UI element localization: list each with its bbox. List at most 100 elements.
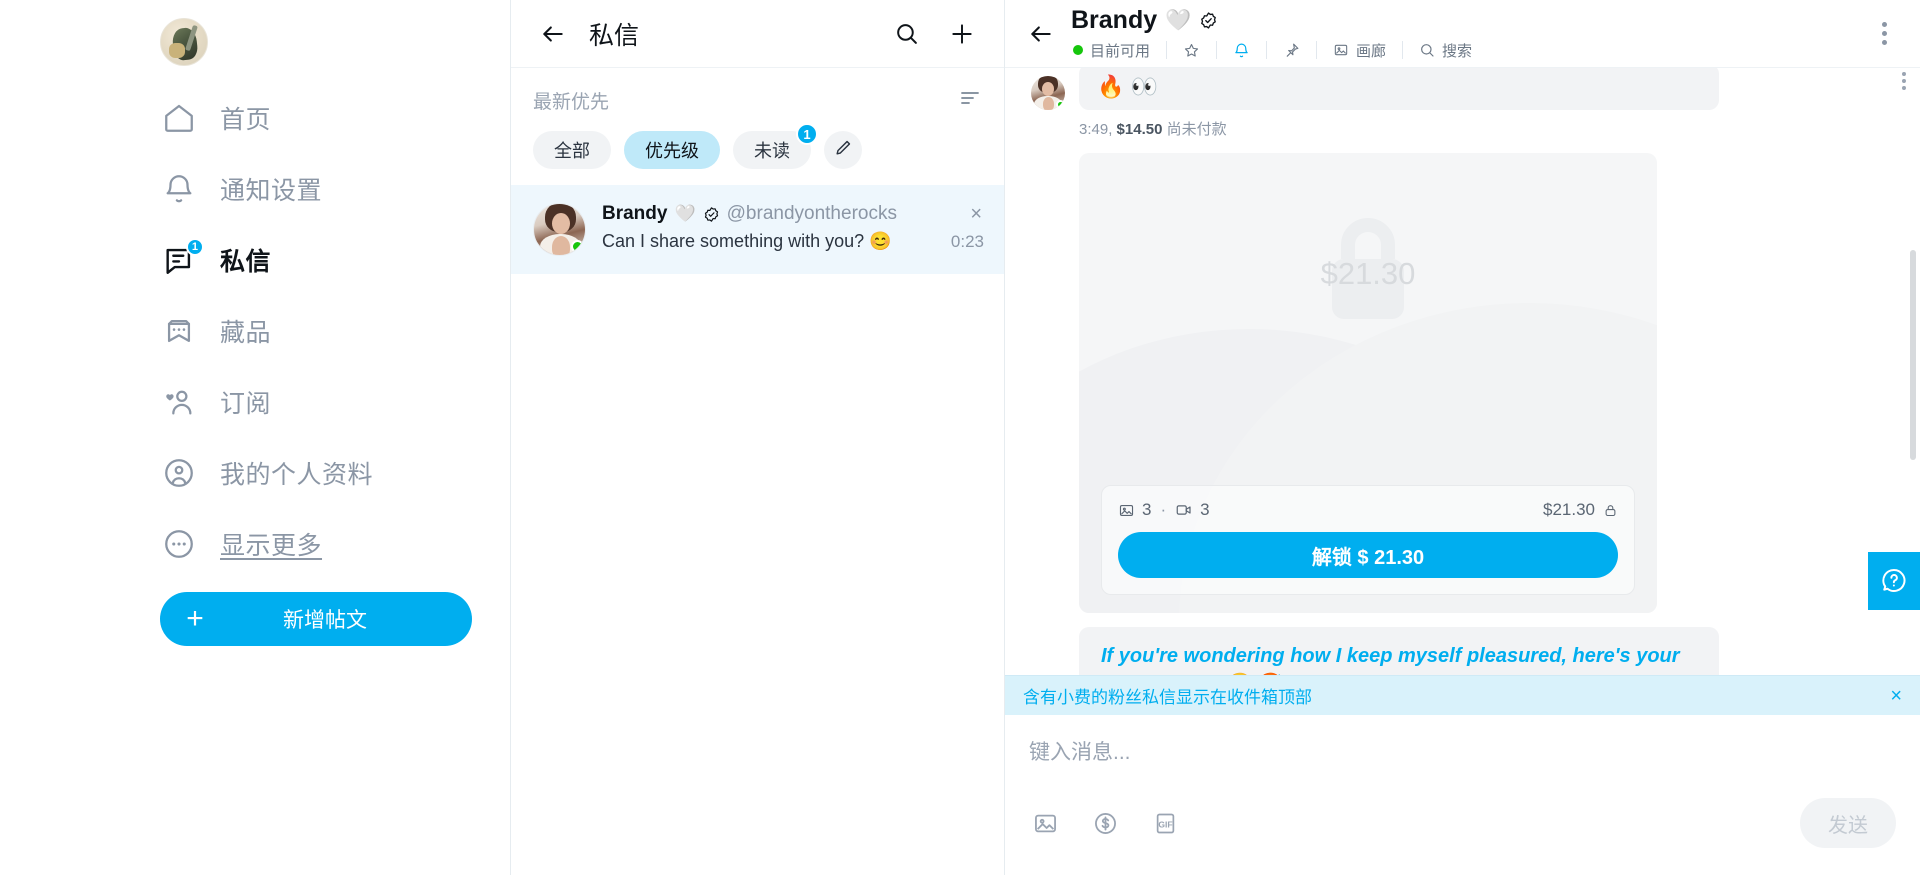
chip-unread[interactable]: 未读 1 [733,123,818,169]
chip-priority[interactable]: 优先级 [624,131,720,169]
avatar [533,203,586,256]
chip-all[interactable]: 全部 [533,131,611,169]
profile-circle-icon [160,454,198,492]
sidebar-item-profile[interactable]: 我的个人资料 [160,445,450,501]
conversation-handle: @brandyontherocks [726,203,897,224]
emoji-kiss-icon: 😘 [1228,673,1253,675]
inbox-sort-row: 最新优先 [511,68,1004,121]
conversation-title-row: Brandy 🤍 @brandyontherocks × [602,203,984,225]
search-icon[interactable] [886,14,926,54]
kebab-menu-icon[interactable] [1864,14,1904,54]
avatar-skin [1043,97,1054,110]
locked-media-card[interactable]: $21.30 3 · 3 $21.30 解锁 $ 21.30 [1079,153,1657,613]
online-status-dot [1056,100,1065,109]
inbox-header: 私信 [511,0,1004,68]
gallery-button[interactable]: 画廊 [1317,39,1402,61]
plus-icon[interactable] [942,14,982,54]
dot [1902,79,1906,83]
media-counts-row: 3 · 3 $21.30 [1118,500,1618,520]
message-amount: $14.50 [1116,121,1163,138]
message-options-icon[interactable] [1902,72,1906,90]
chat-header: Brandy 🤍 目前可用 画廊 搜索 [1005,0,1920,68]
sort-label[interactable]: 最新优先 [533,87,609,114]
conversation-item-brandy[interactable]: Brandy 🤍 @brandyontherocks × Can I share… [511,185,1004,274]
left-sidebar: 首页 通知设置 1 私信 藏品 订阅 我的个人资料 显示更多 + 新增帖文 [0,0,510,875]
search-icon [1421,44,1434,57]
new-post-label: 新增帖文 [283,609,367,632]
svg-text:GIF: GIF [1158,819,1172,829]
notify-bell-button[interactable] [1217,39,1266,61]
unlock-panel: 3 · 3 $21.30 解锁 $ 21.30 [1101,485,1635,595]
sidebar-item-collections[interactable]: 藏品 [160,303,450,359]
send-button[interactable]: 发送 [1800,798,1896,848]
image-icon [1119,504,1134,516]
avatar[interactable] [160,18,208,66]
pin-button[interactable] [1267,39,1316,61]
dot [1902,72,1906,76]
message-bubble: 🔥 👀 [1079,68,1719,110]
chat-header-body: Brandy 🤍 目前可用 画廊 搜索 [1063,6,1864,61]
message-highlight-text: If you're wondering how I keep myself pl… [1101,645,1680,675]
help-question-icon [1882,568,1906,592]
user-heart-icon [160,383,198,421]
online-status-dot [1073,45,1083,55]
chat-messages-scroll[interactable]: 🔥 👀 3:49, $14.50 尚未付款 $21.30 3 · 3 $21.3… [1005,68,1920,675]
sidebar-item-more[interactable]: 显示更多 [160,516,450,572]
video-count: 3 [1175,500,1210,520]
avatar [1031,76,1065,110]
gif-icon[interactable]: GIF [1149,807,1181,839]
chat-scrollbar-thumb[interactable] [1910,250,1916,460]
back-arrow-icon[interactable] [533,14,573,54]
sidebar-item-label: 藏品 [220,319,272,347]
photo-count-value: 3 [1142,500,1152,519]
sidebar-item-notifications[interactable]: 通知设置 [160,161,450,217]
favorite-star-button[interactable] [1167,39,1216,61]
dollar-icon[interactable] [1089,807,1121,839]
home-icon [160,99,198,137]
conversation-preview: Can I share something with you? 😊 [602,231,892,251]
chat-search-button[interactable]: 搜索 [1403,39,1488,61]
photo-count: 3 [1118,500,1151,520]
chip-label: 优先级 [645,141,699,161]
message-pay-status: 尚未付款 [1166,121,1227,138]
sidebar-item-label: 首页 [220,106,272,134]
chip-edit[interactable] [824,131,862,169]
chip-label: 全部 [554,141,590,161]
messages-icon: 1 [160,238,204,279]
composer-toolbar: GIF 发送 [1029,798,1896,848]
dot [1881,22,1887,27]
inbox-filter-chips: 全部 优先级 未读 1 [511,121,1004,185]
back-arrow-icon[interactable] [1019,12,1063,56]
unlock-button[interactable]: 解锁 $ 21.30 [1118,532,1618,578]
dot [1902,86,1906,90]
close-icon[interactable]: × [1890,686,1902,706]
media-price: $21.30 [1543,500,1595,519]
bookmark-star-icon [160,312,198,350]
sidebar-item-label: 私信 [220,248,272,276]
locked-price-overlay: $21.30 [1320,255,1416,291]
conversation-time: 0:23 [950,231,984,251]
avatar-face [552,213,570,234]
message-meta: 3:49, $14.50 尚未付款 [1005,110,1920,153]
help-button[interactable] [1868,552,1920,610]
sidebar-item-subscriptions[interactable]: 订阅 [160,374,450,430]
close-icon[interactable]: × [968,204,984,224]
lock-icon: $21.30 [1314,209,1422,338]
chat-title: Brandy [1071,6,1158,34]
sidebar-messages-badge: 1 [185,238,204,256]
message-time: 3:49, [1079,121,1113,138]
locked-overlay: $21.30 [1079,209,1657,338]
verified-badge-icon [1199,11,1218,30]
status-badge: 目前可用 [1071,39,1166,61]
new-post-button[interactable]: + 新增帖文 [160,592,472,646]
message-input[interactable]: 键入消息... [1029,736,1896,792]
sidebar-item-label: 显示更多 [220,532,323,560]
notice-banner: 含有小费的粉丝私信显示在收件箱顶部 × [1005,675,1920,715]
price-row: $21.30 [1543,500,1618,520]
sort-icon[interactable] [958,86,982,115]
bell-icon [1235,43,1248,57]
avatar-face [1042,82,1054,96]
sidebar-item-home[interactable]: 首页 [160,90,450,146]
sidebar-item-messages[interactable]: 1 私信 [160,232,450,288]
image-icon[interactable] [1029,807,1061,839]
